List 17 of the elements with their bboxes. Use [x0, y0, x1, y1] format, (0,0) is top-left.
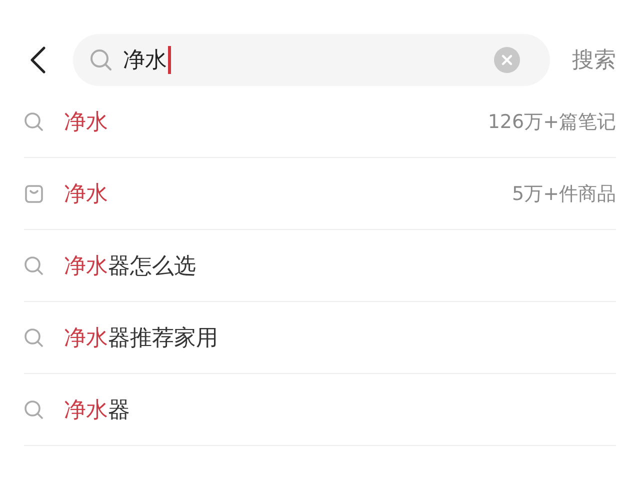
search-button[interactable]: 搜索: [572, 45, 616, 75]
suggestion-item[interactable]: 净水器推荐家用: [64, 322, 218, 352]
search-icon: [24, 328, 44, 348]
search-icon: [24, 400, 44, 420]
suggestion-item[interactable]: 净水: [64, 178, 108, 208]
search-icon: [89, 48, 113, 72]
result-count: 126万+篇笔记: [488, 110, 616, 134]
back-icon[interactable]: [30, 46, 46, 74]
suggestion-item[interactable]: 净水: [64, 106, 108, 136]
search-icon: [24, 256, 44, 276]
search-icon: [24, 112, 44, 132]
suggestion-item[interactable]: 净水器怎么选: [64, 250, 196, 280]
search-text: 净水: [123, 47, 167, 75]
result-count: 5万+件商品: [512, 182, 616, 206]
search-field[interactable]: 净水: [73, 34, 550, 86]
suggestion-item[interactable]: 净水器: [64, 394, 130, 424]
bag-icon: [24, 184, 44, 204]
